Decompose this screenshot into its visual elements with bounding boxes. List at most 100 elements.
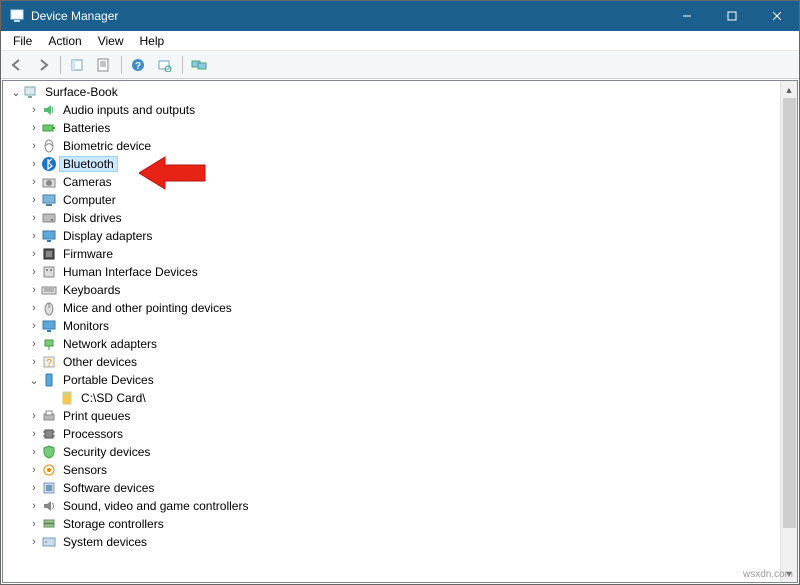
tree-item-sound[interactable]: ›Sound, video and game controllers xyxy=(5,497,797,515)
expander-icon[interactable]: › xyxy=(27,103,41,117)
menu-action[interactable]: Action xyxy=(40,32,89,50)
toolbar-monitors-button[interactable] xyxy=(188,54,212,76)
toolbar-forward-button[interactable] xyxy=(31,54,55,76)
computer-icon xyxy=(41,192,57,208)
expander-icon[interactable]: › xyxy=(27,463,41,477)
tree-item-computer[interactable]: ›Computer xyxy=(5,191,797,209)
tree-item-portable[interactable]: ⌄ Portable Devices xyxy=(5,371,797,389)
sound-icon xyxy=(41,498,57,514)
tree-item-security[interactable]: ›Security devices xyxy=(5,443,797,461)
toolbar-scan-button[interactable] xyxy=(153,54,177,76)
expander-icon[interactable]: › xyxy=(27,517,41,531)
software-icon xyxy=(41,480,57,496)
tree-item-label: System devices xyxy=(59,534,151,550)
tree-item-label: Bluetooth xyxy=(59,156,118,172)
expander-icon[interactable]: › xyxy=(27,229,41,243)
tree-item-system[interactable]: › System devices xyxy=(5,533,797,551)
titlebar: Device Manager xyxy=(1,1,799,31)
toolbar-separator xyxy=(182,56,183,74)
menu-file[interactable]: File xyxy=(5,32,40,50)
portable-icon xyxy=(41,372,57,388)
tree-item-storage[interactable]: ›Storage controllers xyxy=(5,515,797,533)
mouse-icon xyxy=(41,300,57,316)
system-icon xyxy=(41,534,57,550)
expander-icon[interactable]: › xyxy=(27,355,41,369)
expander-icon[interactable]: › xyxy=(27,247,41,261)
expander-icon[interactable]: › xyxy=(27,157,41,171)
scroll-track[interactable] xyxy=(781,98,797,565)
device-tree-pane: ⌄Surface-Book›Audio inputs and outputs›B… xyxy=(2,80,798,583)
expander-icon[interactable]: › xyxy=(27,121,41,135)
scroll-up-button[interactable]: ▲ xyxy=(781,81,797,98)
tree-item-hid[interactable]: ›Human Interface Devices xyxy=(5,263,797,281)
security-icon xyxy=(41,444,57,460)
vertical-scrollbar[interactable]: ▲ ▼ xyxy=(780,81,797,582)
toolbar-back-button[interactable] xyxy=(5,54,29,76)
tree-item-network[interactable]: ›Network adapters xyxy=(5,335,797,353)
tree-item-bluetooth[interactable]: › Bluetooth xyxy=(5,155,797,173)
tree-item-keyboard[interactable]: ›Keyboards xyxy=(5,281,797,299)
expander-icon[interactable]: › xyxy=(27,427,41,441)
tree-item-mouse[interactable]: › Mice and other pointing devices xyxy=(5,299,797,317)
tree-item-cpu[interactable]: ›Processors xyxy=(5,425,797,443)
tree-item-monitor[interactable]: › Monitors xyxy=(5,317,797,335)
tree-item-label: Other devices xyxy=(59,354,141,370)
tree-item-sdcard[interactable]: C:\SD Card\ xyxy=(5,389,797,407)
tree-item-label: Portable Devices xyxy=(59,372,158,388)
tree-item-biometric[interactable]: ›Biometric device xyxy=(5,137,797,155)
tree-item-label: Software devices xyxy=(59,480,158,496)
tree-root[interactable]: ⌄Surface-Book xyxy=(5,83,797,101)
tree-item-audio[interactable]: ›Audio inputs and outputs xyxy=(5,101,797,119)
expander-icon[interactable]: › xyxy=(27,409,41,423)
expander-icon[interactable]: › xyxy=(27,499,41,513)
tree-item-label: Monitors xyxy=(59,318,113,334)
minimize-button[interactable] xyxy=(664,1,709,31)
expander-icon[interactable]: › xyxy=(27,139,41,153)
tree-item-battery[interactable]: ›Batteries xyxy=(5,119,797,137)
expander-icon[interactable]: › xyxy=(27,265,41,279)
expander-icon[interactable]: › xyxy=(27,193,41,207)
toolbar-help-button[interactable]: ? xyxy=(127,54,151,76)
expander-icon[interactable]: ⌄ xyxy=(9,85,23,99)
expander-icon[interactable]: › xyxy=(27,283,41,297)
expander-icon[interactable]: › xyxy=(27,301,41,315)
expander-icon[interactable]: › xyxy=(27,481,41,495)
tree-item-software[interactable]: › Software devices xyxy=(5,479,797,497)
toolbar-show-hidden-button[interactable] xyxy=(66,54,90,76)
expander-icon[interactable]: › xyxy=(27,337,41,351)
properties-icon xyxy=(96,58,112,72)
menu-view[interactable]: View xyxy=(90,32,132,50)
tree-item-label: Mice and other pointing devices xyxy=(59,300,236,316)
scroll-thumb[interactable] xyxy=(783,98,796,528)
firmware-icon xyxy=(41,246,57,262)
help-icon: ? xyxy=(131,58,147,72)
tree-item-other[interactable]: ›?Other devices xyxy=(5,353,797,371)
cpu-icon xyxy=(41,426,57,442)
expander-icon xyxy=(45,391,59,405)
watermark: wsxdn.com xyxy=(743,569,793,580)
tree-item-firmware[interactable]: ›Firmware xyxy=(5,245,797,263)
expander-icon[interactable]: › xyxy=(27,445,41,459)
monitor-icon xyxy=(41,318,57,334)
tree-item-display[interactable]: ›Display adapters xyxy=(5,227,797,245)
tree-item-label: Cameras xyxy=(59,174,116,190)
storage-icon xyxy=(41,516,57,532)
tree-item-camera[interactable]: › Cameras xyxy=(5,173,797,191)
tree-item-label: C:\SD Card\ xyxy=(77,390,150,406)
expander-icon[interactable]: › xyxy=(27,319,41,333)
maximize-button[interactable] xyxy=(709,1,754,31)
content-area: ⌄Surface-Book›Audio inputs and outputs›B… xyxy=(1,79,799,584)
expander-icon[interactable]: › xyxy=(27,535,41,549)
close-button[interactable] xyxy=(754,1,799,31)
tree-item-print[interactable]: ›Print queues xyxy=(5,407,797,425)
expander-icon[interactable]: › xyxy=(27,211,41,225)
expander-icon[interactable]: ⌄ xyxy=(27,373,41,387)
window-title: Device Manager xyxy=(31,9,118,23)
tree-item-disk[interactable]: ›Disk drives xyxy=(5,209,797,227)
print-icon xyxy=(41,408,57,424)
tree-item-sensor[interactable]: ›Sensors xyxy=(5,461,797,479)
expander-icon[interactable]: › xyxy=(27,175,41,189)
menu-help[interactable]: Help xyxy=(132,32,173,50)
device-tree[interactable]: ⌄Surface-Book›Audio inputs and outputs›B… xyxy=(3,83,797,551)
toolbar-properties-button[interactable] xyxy=(92,54,116,76)
